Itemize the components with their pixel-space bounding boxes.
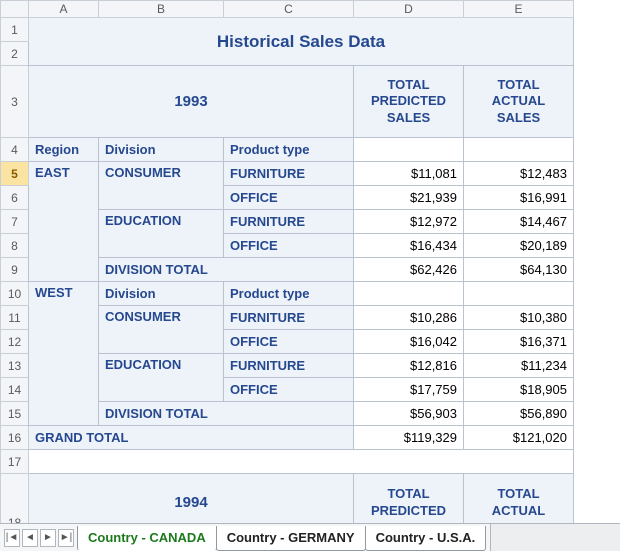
cell-blank[interactable] [29,450,574,474]
cell-blank[interactable] [354,282,464,306]
row-header-16[interactable]: 16 [1,426,29,450]
division-label: Division [99,138,224,162]
product-furniture: FURNITURE [224,162,354,186]
product-office: OFFICE [224,330,354,354]
col-header-A[interactable]: A [29,1,99,18]
sheet-tab-germany[interactable]: Country - GERMANY [216,526,366,551]
col-header-D[interactable]: D [354,1,464,18]
row-header-1[interactable]: 1 [1,18,29,42]
cell-value[interactable]: $16,371 [464,330,574,354]
predicted-sales-header: TOTAL PREDICTED SALES [354,66,464,138]
tab-nav-buttons: |◄ ◄ ► ►| [0,524,78,551]
row-header-8[interactable]: 8 [1,234,29,258]
text: PREDICTED [371,503,446,518]
text: TOTAL [387,486,429,501]
product-office: OFFICE [224,378,354,402]
product-office: OFFICE [224,186,354,210]
horizontal-scrollbar[interactable] [490,524,620,551]
tab-nav-prev[interactable]: ◄ [22,529,38,547]
cell-value[interactable]: $56,890 [464,402,574,426]
cell-value[interactable]: $14,467 [464,210,574,234]
grand-total-label: GRAND TOTAL [29,426,354,450]
row-header-2[interactable]: 2 [1,42,29,66]
cell-value[interactable]: $119,329 [354,426,464,450]
sheet-tab-strip: |◄ ◄ ► ►| Country - CANADA Country - GER… [0,523,620,551]
page-title: Historical Sales Data [29,18,574,66]
text: TOTAL [497,77,539,92]
division-consumer: CONSUMER [99,306,224,354]
cell-value[interactable]: $18,905 [464,378,574,402]
row-header-9[interactable]: 9 [1,258,29,282]
cell-value[interactable]: $10,286 [354,306,464,330]
cell-blank[interactable] [464,282,574,306]
division-total-label: DIVISION TOTAL [99,258,354,282]
division-consumer: CONSUMER [99,162,224,210]
sheet-tab-usa[interactable]: Country - U.S.A. [365,526,487,551]
row-header-5[interactable]: 5 [1,162,29,186]
text: PREDICTED [371,93,446,108]
text: SALES [497,110,540,125]
cell-value[interactable]: $17,759 [354,378,464,402]
row-header-13[interactable]: 13 [1,354,29,378]
division-education: EDUCATION [99,354,224,402]
cell-value[interactable]: $64,130 [464,258,574,282]
row-header-7[interactable]: 7 [1,210,29,234]
cell-value[interactable]: $12,483 [464,162,574,186]
actual-sales-header: TOTAL ACTUAL SALES [464,66,574,138]
cell-value[interactable]: $11,081 [354,162,464,186]
row-header-4[interactable]: 4 [1,138,29,162]
cell-value[interactable]: $10,380 [464,306,574,330]
cell-value[interactable]: $11,234 [464,354,574,378]
cell-value[interactable]: $16,042 [354,330,464,354]
spreadsheet-grid[interactable]: A B C D E 1 Historical Sales Data 2 3 19… [0,0,574,532]
row-header-10[interactable]: 10 [1,282,29,306]
product-office: OFFICE [224,234,354,258]
year-header-1993: 1993 [29,66,354,138]
text: TOTAL [497,486,539,501]
tab-nav-next[interactable]: ► [40,529,56,547]
product-furniture: FURNITURE [224,210,354,234]
product-type-label: Product type [224,138,354,162]
row-header-17[interactable]: 17 [1,450,29,474]
col-header-C[interactable]: C [224,1,354,18]
row-header-3[interactable]: 3 [1,66,29,138]
cell-value[interactable]: $12,972 [354,210,464,234]
sheet-tab-canada[interactable]: Country - CANADA [77,526,217,551]
region-east: EAST [29,162,99,282]
product-type-label: Product type [224,282,354,306]
cell-value[interactable]: $16,434 [354,234,464,258]
row-header-15[interactable]: 15 [1,402,29,426]
text: ACTUAL [492,503,545,518]
cell-value[interactable]: $62,426 [354,258,464,282]
cell-value[interactable]: $21,939 [354,186,464,210]
cell-value[interactable]: $16,991 [464,186,574,210]
region-label: Region [29,138,99,162]
cell-value[interactable]: $121,020 [464,426,574,450]
text: SALES [387,110,430,125]
row-header-12[interactable]: 12 [1,330,29,354]
cell-value[interactable]: $56,903 [354,402,464,426]
select-all-corner[interactable] [1,1,29,18]
cell-blank[interactable] [464,138,574,162]
col-header-B[interactable]: B [99,1,224,18]
row-header-14[interactable]: 14 [1,378,29,402]
product-furniture: FURNITURE [224,354,354,378]
division-label: Division [99,282,224,306]
text: ACTUAL [492,93,545,108]
tab-nav-first[interactable]: |◄ [4,529,20,547]
product-furniture: FURNITURE [224,306,354,330]
text: TOTAL [387,77,429,92]
row-header-6[interactable]: 6 [1,186,29,210]
cell-value[interactable]: $20,189 [464,234,574,258]
cell-value[interactable]: $12,816 [354,354,464,378]
division-total-label: DIVISION TOTAL [99,402,354,426]
cell-blank[interactable] [354,138,464,162]
region-west: WEST [29,282,99,426]
division-education: EDUCATION [99,210,224,258]
col-header-E[interactable]: E [464,1,574,18]
row-header-11[interactable]: 11 [1,306,29,330]
tab-nav-last[interactable]: ►| [58,529,74,547]
